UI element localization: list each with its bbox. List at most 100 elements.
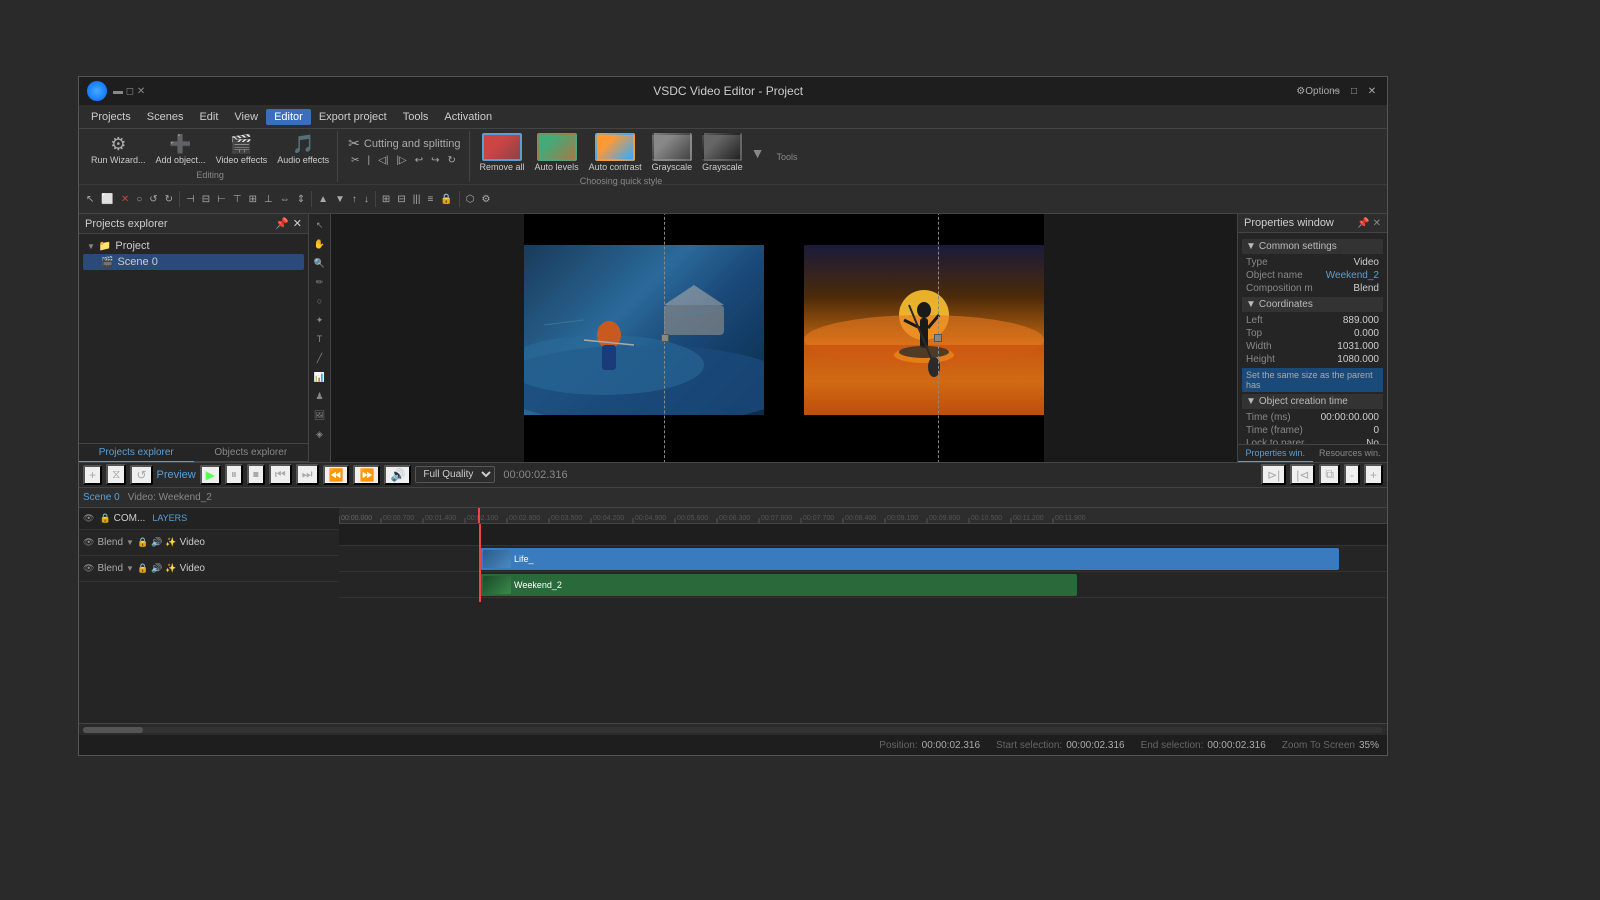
hand-tool[interactable]: ✋ <box>311 235 329 253</box>
minimize-btn[interactable]: ─ <box>1329 84 1343 98</box>
gear2-btn[interactable]: ⚙ <box>479 193 494 206</box>
timeline-btn[interactable]: ⧖ <box>106 464 126 485</box>
cols-btn[interactable]: ||| <box>410 193 424 206</box>
hex-btn[interactable]: ⬡ <box>463 193 478 206</box>
pause-btn[interactable]: ⏸ <box>225 464 243 485</box>
tree-item-scene0[interactable]: 🎬 Scene 0 <box>83 254 304 270</box>
auto-contrast-btn[interactable]: Auto contrast <box>585 131 646 174</box>
effects-scroll-down[interactable]: ▼ <box>749 145 767 161</box>
tab-properties-win[interactable]: Properties win. <box>1238 445 1313 462</box>
text-tool[interactable]: T <box>311 330 329 348</box>
play-btn[interactable]: ▶ <box>200 465 221 485</box>
coordinates-section[interactable]: ▼ Coordinates <box>1242 297 1383 312</box>
add-object-btn[interactable]: ➕ Add object... <box>152 132 210 167</box>
menu-activation[interactable]: Activation <box>436 109 500 125</box>
up-arrow-btn[interactable]: ▲ <box>315 193 331 206</box>
zoom-in-btn[interactable]: + <box>1364 464 1383 485</box>
vis-com-btn[interactable]: 👁 <box>83 513 94 524</box>
menu-edit[interactable]: Edit <box>191 109 226 125</box>
up2-btn[interactable]: ↑ <box>349 193 360 206</box>
prev-frame-btn[interactable]: ⏮ <box>269 464 292 485</box>
delete-btn[interactable]: ✕ <box>118 193 132 206</box>
circle-tool[interactable]: ○ <box>311 292 329 310</box>
rewind-btn[interactable]: ⏪ <box>323 465 350 485</box>
rotate-ccw-btn[interactable]: ↺ <box>146 193 160 206</box>
ffwd-btn[interactable]: ⏩ <box>353 465 380 485</box>
preview-label[interactable]: Preview <box>157 469 196 481</box>
down-arrow-btn[interactable]: ▼ <box>332 193 348 206</box>
volume-btn[interactable]: 🔊 <box>384 465 411 485</box>
auto-levels-btn[interactable]: Auto levels <box>531 131 583 174</box>
options-btn[interactable]: ⚙ Options <box>1311 84 1325 98</box>
remove-all-btn[interactable]: Remove all <box>476 131 529 174</box>
lock-btn[interactable]: 🔒 <box>437 193 455 206</box>
pin-icon[interactable]: 📌 <box>275 217 289 230</box>
lock-life-btn[interactable]: 🔒 <box>137 537 148 548</box>
grid-btn[interactable]: ⊞ <box>379 193 393 206</box>
menu-export[interactable]: Export project <box>311 109 395 125</box>
star-tool[interactable]: ✦ <box>311 311 329 329</box>
rows-btn[interactable]: ≡ <box>425 193 437 206</box>
circle-btn[interactable]: ○ <box>133 193 145 206</box>
select-btn[interactable]: ↖ <box>83 193 97 206</box>
vis-weekend-btn[interactable]: 👁 <box>83 563 94 574</box>
clip-weekend[interactable]: Weekend_2 <box>479 574 1077 596</box>
chart-tool[interactable]: 📊 <box>311 368 329 386</box>
menu-scenes[interactable]: Scenes <box>139 109 192 125</box>
distribute-v-btn[interactable]: ⇕ <box>294 193 308 206</box>
close-properties-icon[interactable]: ✕ <box>1373 218 1381 229</box>
zoom-out-btn[interactable]: - <box>1344 464 1360 485</box>
mark-in-btn[interactable]: ⊳| <box>1261 464 1286 485</box>
close-btn[interactable]: ✕ <box>1365 84 1379 98</box>
zoom-tool[interactable]: 🔍 <box>311 254 329 272</box>
maximize-btn[interactable]: □ <box>1347 84 1361 98</box>
vis-life-btn[interactable]: 👁 <box>83 537 94 548</box>
scrollbar-track[interactable] <box>83 727 1383 733</box>
down2-btn[interactable]: ↓ <box>361 193 372 206</box>
pen-tool[interactable]: ✏ <box>311 273 329 291</box>
stop-btn[interactable]: ⏹ <box>247 464 265 485</box>
figure-tool[interactable]: ♟ <box>311 387 329 405</box>
tree-item-project[interactable]: ▼ 📁 Project <box>83 238 304 254</box>
menu-view[interactable]: View <box>226 109 266 125</box>
video-effects-btn[interactable]: 🎬 Video effects <box>212 132 272 167</box>
layers-btn[interactable]: LAYERS <box>152 513 187 523</box>
align-bottom-btn[interactable]: ⊥ <box>261 193 276 206</box>
distribute-h-btn[interactable]: ⇔ <box>277 193 293 206</box>
menu-tools[interactable]: Tools <box>395 109 437 125</box>
pin-properties-icon[interactable]: 📌 <box>1357 218 1369 229</box>
grayscale1-btn[interactable]: Grayscale <box>648 131 697 174</box>
align-center-btn[interactable]: ⊟ <box>199 193 213 206</box>
menu-editor[interactable]: Editor <box>266 109 311 125</box>
lock-com-btn[interactable]: 🔒 <box>99 513 110 524</box>
split-btn[interactable]: | <box>365 154 374 167</box>
cut-tool-btn[interactable]: ✂ <box>348 154 362 167</box>
align-middle-btn[interactable]: ⊞ <box>246 193 260 206</box>
next-frame-btn[interactable]: ⏭ <box>296 464 319 485</box>
grid2-btn[interactable]: ⊟ <box>394 193 408 206</box>
clip-life[interactable]: Life_ <box>479 548 1339 570</box>
scrollbar-thumb[interactable] <box>83 727 143 733</box>
close-panel-icon[interactable]: ✕ <box>293 217 302 230</box>
grayscale2-btn[interactable]: Grayscale <box>698 131 747 174</box>
common-settings-section[interactable]: ▼ Common settings <box>1242 239 1383 254</box>
rotate-cw-btn[interactable]: ↻ <box>162 193 176 206</box>
align-left-btn[interactable]: ⊣ <box>183 193 198 206</box>
creation-time-section[interactable]: ▼ Object creation time <box>1242 394 1383 409</box>
align-top-btn[interactable]: ⊤ <box>230 193 245 206</box>
run-wizard-btn[interactable]: ⚙ Run Wizard... <box>87 132 150 167</box>
tab-objects-explorer[interactable]: Objects explorer <box>194 444 309 462</box>
arrow-tool[interactable]: ↖ <box>311 216 329 234</box>
redo-btn[interactable]: ↪ <box>428 154 442 167</box>
add-track-btn[interactable]: + <box>83 465 102 485</box>
3d-tool[interactable]: ◈ <box>311 425 329 443</box>
tab-resources-win[interactable]: Resources win. <box>1313 445 1388 462</box>
align-right-btn[interactable]: ⊢ <box>214 193 229 206</box>
cut-left-btn[interactable]: ◁| <box>375 154 391 167</box>
sprite-tool[interactable]: 🖼 <box>311 406 329 424</box>
quality-select[interactable]: Full Quality Half Quality <box>415 466 495 483</box>
mark-out-btn[interactable]: |⊲ <box>1290 464 1315 485</box>
undo-btn[interactable]: ↩ <box>412 154 426 167</box>
menu-projects[interactable]: Projects <box>83 109 139 125</box>
crop-btn[interactable]: ⬜ <box>98 193 116 206</box>
